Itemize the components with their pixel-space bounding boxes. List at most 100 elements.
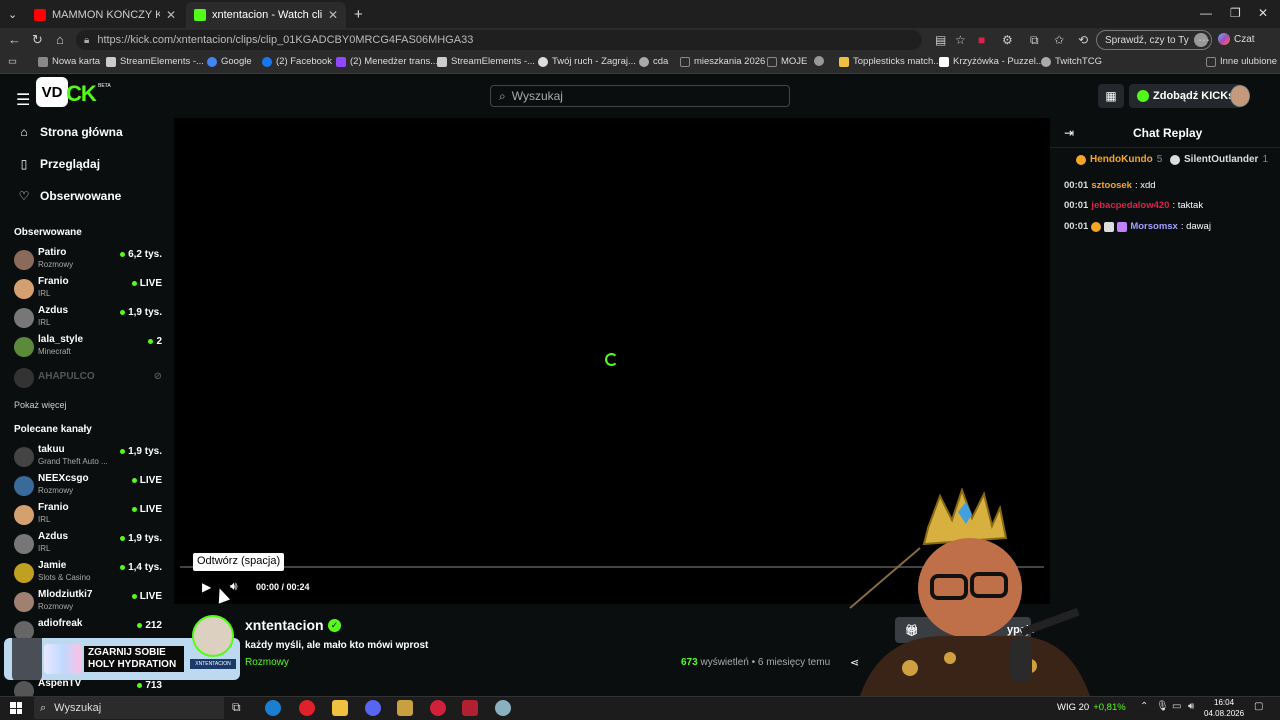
search-input[interactable]: ⌕ Wyszukaj: [490, 85, 790, 107]
channel-avatar: [14, 592, 34, 612]
stock-widget[interactable]: WIG 20 +0,81%: [1057, 702, 1126, 713]
bookmark-item[interactable]: [814, 56, 824, 66]
dashboard-icon[interactable]: ▦: [1098, 84, 1124, 108]
recommended-channel[interactable]: takuu Grand Theft Auto ... 1,9 tys.: [14, 444, 162, 470]
nav-browse[interactable]: ▯ Przeglądaj: [18, 157, 100, 171]
game-icon: [538, 56, 548, 67]
followed-channel[interactable]: lala_style Minecraft 2: [14, 334, 162, 360]
user-avatar[interactable]: [1230, 85, 1250, 107]
extensions-icon[interactable]: ⚙: [1002, 33, 1013, 47]
reload-icon[interactable]: ↻: [32, 32, 43, 48]
followed-channel[interactable]: Azdus IRL 1,9 tys.: [14, 305, 162, 331]
close-tab-icon[interactable]: ✕: [328, 8, 338, 22]
bookmark-item[interactable]: MOJE: [767, 56, 807, 67]
recommended-channel[interactable]: NEEXcsgo Rozmowy LIVE: [14, 473, 162, 499]
message-user[interactable]: jebacpedalow420: [1091, 200, 1169, 211]
bookmark-item[interactable]: mieszkania 2026: [680, 56, 765, 67]
browser-tab-1[interactable]: MAMMON KOŃCZY KARIERĘ!? Al ✕: [26, 2, 184, 28]
app-icon[interactable]: [495, 700, 511, 716]
speaker-icon[interactable]: 🔊︎: [1188, 701, 1194, 712]
followed-channel[interactable]: Franio IRL LIVE: [14, 276, 162, 302]
tray-chevron-icon[interactable]: ⌃: [1140, 701, 1148, 712]
riot-icon[interactable]: [430, 700, 446, 716]
bookmarks-toggle-icon[interactable]: ▭: [8, 56, 17, 67]
task-view-icon[interactable]: ⧉: [232, 700, 248, 716]
back-icon[interactable]: ←: [8, 32, 21, 47]
network-icon[interactable]: ▭: [1172, 701, 1181, 712]
copilot-chat-button[interactable]: Czat: [1218, 33, 1255, 45]
menu-icon[interactable]: ☰: [16, 90, 30, 110]
nav-label: Strona główna: [40, 125, 123, 139]
channel-category: Rozmowy: [38, 602, 74, 611]
search-icon: ⌕: [499, 88, 506, 103]
mic-arm: [1020, 607, 1080, 637]
reader-icon[interactable]: ▤: [935, 33, 946, 47]
split-screen-icon[interactable]: ⧉: [1030, 33, 1039, 48]
windows-start-icon[interactable]: [10, 702, 22, 714]
get-kicks-button[interactable]: Zdobądź KICKs: [1129, 84, 1243, 108]
file-explorer-icon[interactable]: [332, 700, 348, 716]
channel-avatar: [14, 279, 34, 299]
taskbar-search[interactable]: ⌕ Wyszukaj: [34, 697, 224, 719]
followed-channel[interactable]: Patiro Rozmowy 6,2 tys.: [14, 247, 162, 273]
extension-icon[interactable]: ■: [978, 33, 985, 47]
top-gifter[interactable]: HendoKundo 5: [1076, 154, 1162, 165]
favorites-icon[interactable]: ✩: [1054, 33, 1064, 47]
tab-list-chevron-icon[interactable]: ⌄: [8, 4, 17, 24]
nav-home[interactable]: ⌂ Strona główna: [18, 125, 123, 139]
volume-icon[interactable]: 🔊︎: [230, 579, 238, 594]
close-window-icon[interactable]: ✕: [1258, 6, 1268, 20]
play-button[interactable]: ▶: [202, 580, 211, 594]
top-gifter[interactable]: SilentOutlander 1: [1170, 154, 1268, 165]
logo-badge: VD: [36, 77, 68, 107]
opera-icon[interactable]: [299, 700, 315, 716]
microphone-icon[interactable]: 🎙︎: [1156, 701, 1169, 712]
more-menu-icon[interactable]: ⋯: [1198, 33, 1210, 47]
bookmark-item[interactable]: TwitchTCG: [1041, 56, 1102, 67]
bookmark-item[interactable]: Nowa karta: [38, 56, 100, 67]
recommended-channel[interactable]: Franio IRL LIVE: [14, 502, 162, 528]
message-user[interactable]: Morsomsx: [1130, 221, 1178, 232]
maximize-icon[interactable]: ❐: [1230, 6, 1241, 20]
new-tab-icon[interactable]: +: [354, 4, 363, 24]
clip-category[interactable]: Rozmowy: [245, 657, 289, 668]
message-user[interactable]: sztoosek: [1091, 180, 1132, 191]
recommended-channel[interactable]: Mlodziutki7 Rozmowy LIVE: [14, 589, 162, 615]
show-more-link[interactable]: Pokaż więcej: [14, 400, 67, 410]
nav-following[interactable]: ♡ Obserwowane: [18, 189, 122, 203]
profile-check-button[interactable]: Sprawdź, czy to Ty: [1096, 30, 1212, 50]
sidebar: ⌂ Strona główna ▯ Przeglądaj ♡ Obserwowane …: [0, 118, 172, 696]
history-icon[interactable]: ⟲: [1078, 33, 1088, 47]
bookmark-item[interactable]: Twój ruch - Zagraj...: [538, 56, 636, 67]
bookmark-item[interactable]: Google: [207, 56, 252, 67]
bookmark-item[interactable]: Krzyżówka - Puzzel...: [939, 56, 1044, 67]
browser-tab-2[interactable]: xntentacion - Watch clips on Kick ✕: [186, 2, 346, 28]
home-icon[interactable]: ⌂: [56, 32, 64, 47]
recommended-channel[interactable]: Azdus IRL 1,9 tys.: [14, 531, 162, 557]
valorant-icon[interactable]: [462, 700, 478, 716]
notifications-icon[interactable]: ▢: [1254, 701, 1263, 712]
other-bookmarks[interactable]: Inne ulubione: [1206, 56, 1277, 67]
bookmark-item[interactable]: StreamElements -...: [437, 56, 535, 67]
kick-logo[interactable]: VD CK BETA: [36, 77, 111, 107]
clock[interactable]: 16:04 04.08.2026: [1204, 697, 1244, 719]
close-tab-icon[interactable]: ✕: [166, 8, 176, 22]
clip-title: każdy myśli, ale mało kto mówi wprost: [245, 640, 429, 651]
collapse-chat-icon[interactable]: ⇥: [1064, 126, 1074, 140]
bookmark-item[interactable]: (2) Menedżer trans...: [336, 56, 438, 67]
followed-channel-offline[interactable]: AHAPULCO ⊘: [14, 365, 162, 391]
bookmark-item[interactable]: StreamElements -...: [106, 56, 204, 67]
recommended-channel[interactable]: Jamie Slots & Casino 1,4 tys.: [14, 560, 162, 586]
bookmark-item[interactable]: cda: [639, 56, 668, 67]
discord-icon[interactable]: [365, 700, 381, 716]
url-field[interactable]: 🔒︎ https://kick.com/xntentacion/clips/cl…: [76, 30, 922, 50]
recommended-channel[interactable]: AspenTV 713: [14, 678, 162, 696]
league-icon[interactable]: [397, 700, 413, 716]
channel-name[interactable]: xntentacion: [245, 617, 324, 633]
minimize-icon[interactable]: —: [1200, 6, 1212, 20]
channel-avatar[interactable]: [192, 615, 234, 657]
favorite-star-icon[interactable]: ☆: [955, 33, 966, 47]
edge-icon[interactable]: [265, 700, 281, 716]
bookmark-item[interactable]: (2) Facebook: [262, 56, 332, 67]
bookmark-item[interactable]: Topplesticks match...: [839, 56, 941, 67]
